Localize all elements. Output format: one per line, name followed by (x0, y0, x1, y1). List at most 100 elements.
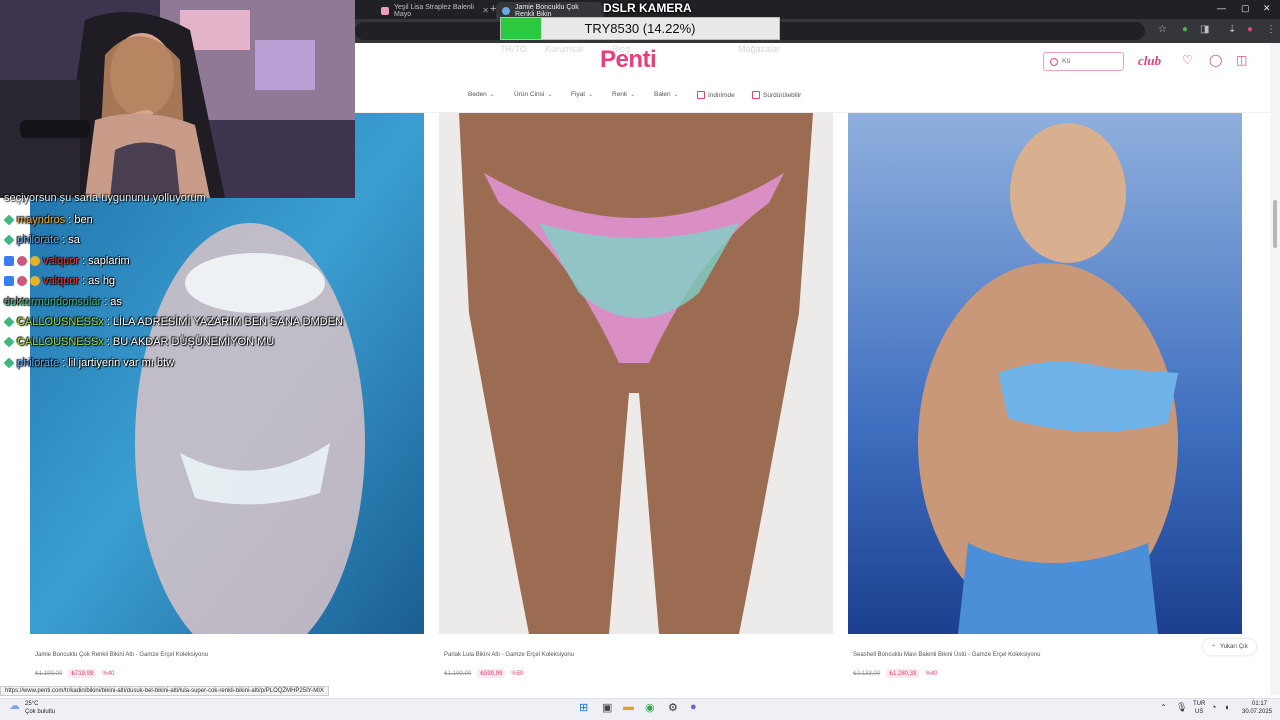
microphone-icon[interactable]: 🎙 (1176, 702, 1187, 713)
chat-separator: : (106, 316, 110, 328)
chat-line: doktormundomsular: as (4, 296, 122, 308)
chat-username[interactable]: mayndros (17, 214, 65, 226)
status-link-url: https://www.penti.com/tr/kadin/bikini/bi… (0, 686, 329, 696)
chat-badge-green-icon (3, 214, 15, 226)
header-link[interactable]: TR/TO (500, 44, 527, 54)
bookmark-star-icon[interactable]: ☆ (1158, 24, 1167, 35)
search-input[interactable] (1062, 58, 1117, 65)
close-tab-icon[interactable]: ✕ (482, 6, 489, 15)
extension-icon[interactable]: ● (1182, 24, 1188, 35)
filter-on-sale[interactable]: İndirimde (697, 91, 735, 99)
scroll-to-top-button[interactable]: ⌃ Yukarı Çık (1203, 639, 1256, 655)
product-name[interactable]: Seashell Boncuklu Mavi Balenli Bikini Üs… (853, 652, 1040, 658)
network-icon[interactable]: ◔ (1211, 702, 1216, 712)
filter-label: Ürün Cinsi (514, 91, 545, 98)
chat-message: BU AKDAR DÜŞÜNEMİYON MU (112, 336, 275, 349)
chevron-down-icon: ⌄ (489, 92, 495, 98)
product-image[interactable] (439, 113, 833, 634)
close-window-icon[interactable]: ✕ (1263, 3, 1271, 14)
product-prices: ₺2.133,00 ₺1.280,38 %40 (853, 669, 937, 678)
volume-icon[interactable]: ◖ (1224, 702, 1229, 712)
steam-icon[interactable]: ⚙ (668, 701, 678, 714)
discount-badge: %40 (102, 670, 115, 677)
chat-separator: : (68, 214, 72, 226)
minimize-icon[interactable]: — (1217, 3, 1226, 13)
chat-separator: : (82, 254, 86, 267)
chat-header-fragment: seçiyorsun şu sana uygununu yolluyorum (4, 192, 206, 204)
filter-underwire[interactable]: Balen ⌄ (654, 91, 679, 98)
chat-message: seçiyorsun şu sana uygununu yolluyorum (4, 192, 206, 204)
chat-separator: : (104, 295, 108, 308)
discord-icon[interactable]: ● (690, 701, 697, 713)
filter-product-type[interactable]: Ürün Cinsi ⌄ (514, 91, 552, 98)
chat-username[interactable]: CALLOUSNESSx (17, 336, 104, 348)
language-code[interactable]: TUR (1193, 700, 1205, 708)
downloads-icon[interactable]: ⇣ (1228, 24, 1236, 35)
chat-username[interactable]: doktormundomsular (4, 296, 101, 308)
filter-price[interactable]: Fiyat ⌄ (571, 91, 593, 98)
penti-club-logo[interactable]: club (1138, 53, 1161, 69)
tab-title: Yeşil Lisa Straplez Balenli Mayo (394, 3, 474, 18)
scroll-to-top-label: Yukarı Çık (1220, 644, 1248, 650)
header-link[interactable]: Mağazalar (738, 44, 780, 54)
checkbox[interactable] (752, 91, 760, 99)
chrome-icon[interactable]: ◉ (645, 701, 655, 714)
chat-username[interactable]: philorate (17, 357, 59, 369)
clock-time[interactable]: 01:17 (1252, 700, 1267, 708)
search-box[interactable] (1043, 52, 1124, 71)
chat-username[interactable]: philorate (17, 234, 59, 246)
browser-menu-icon[interactable]: ⋮ (1266, 24, 1276, 35)
product-prices: ₺1.199,00 ₺719,99 %40 (35, 669, 114, 678)
chat-line: CALLOUSNESSx: BU AKDAR DÜŞÜNEMİYON MU (3, 336, 275, 349)
chat-username[interactable]: valquor (43, 275, 79, 287)
new-tab-button[interactable]: + (490, 3, 496, 15)
sale-price: ₺599,99 (477, 669, 506, 678)
product-image[interactable] (848, 113, 1242, 634)
browser-tab[interactable]: Yeşil Lisa Straplez Balenli Mayo ✕ (375, 2, 495, 19)
chat-badge-gear-icon (17, 255, 27, 266)
keyboard-layout[interactable]: US (1195, 708, 1203, 716)
chevron-up-icon[interactable]: ⌃ (1160, 703, 1167, 712)
loading-favicon-icon (502, 6, 510, 15)
filter-color[interactable]: Renk ⌄ (612, 91, 635, 98)
maximize-icon[interactable]: ▢ (1241, 3, 1250, 14)
chat-username[interactable]: CALLOUSNESSx (17, 316, 104, 328)
weather-description[interactable]: Çok bulutlu (25, 708, 55, 716)
chevron-down-icon: ⌄ (547, 92, 553, 98)
chat-line: philorate: sa (3, 234, 80, 247)
filter-label: Renk (612, 91, 628, 98)
product-name[interactable]: Jamie Boncuklu Çok Renkli Bikini Altı - … (35, 652, 208, 658)
heart-icon[interactable]: ♡ (1182, 53, 1193, 67)
user-icon[interactable]: ◯ (1209, 53, 1222, 67)
chat-username[interactable]: valquor (43, 255, 79, 267)
chat-badge-green-icon (3, 234, 15, 246)
chat-separator: : (62, 234, 66, 247)
header-link[interactable]: Kurumsal (545, 44, 583, 54)
penti-logo[interactable]: Penti (600, 46, 657, 74)
old-price: ₺1.199,00 (444, 671, 472, 677)
file-explorer-icon[interactable]: ▬ (623, 701, 634, 713)
page-scrollbar[interactable] (1270, 43, 1280, 695)
bag-icon[interactable]: ◫ (1236, 53, 1247, 67)
old-price: ₺1.199,00 (35, 671, 63, 677)
filter-sustainable[interactable]: Sürdürülebilir (752, 91, 801, 99)
weather-temp[interactable]: 25°C (25, 700, 38, 708)
product-name[interactable]: Parlak Lula Bikini Altı - Gamze Erçel Ko… (444, 652, 574, 658)
task-view-icon[interactable]: ▣ (602, 701, 612, 714)
chat-message: as (110, 295, 122, 308)
filter-size[interactable]: Beden ⌄ (468, 91, 495, 98)
extensions-puzzle-icon[interactable]: ◨ (1200, 24, 1209, 35)
chat-separator: : (62, 356, 66, 369)
weather-cloud-icon[interactable]: ☁ (9, 699, 20, 712)
windows-start-icon[interactable]: ⊞ (579, 701, 588, 714)
chat-badge-gear-icon (17, 276, 27, 287)
chat-message: saplarim (88, 254, 130, 267)
chat-line: valquor: as hg (4, 275, 115, 287)
clock-date[interactable]: 30.07.2025 (1242, 708, 1272, 716)
chevron-down-icon: ⌄ (673, 92, 679, 98)
chat-message: lil jartiyerin var mı btw (68, 356, 175, 369)
scrollbar-thumb[interactable] (1273, 200, 1277, 248)
discount-badge: %40 (925, 670, 938, 677)
profile-avatar-icon[interactable]: ● (1247, 24, 1253, 35)
checkbox[interactable] (697, 91, 705, 99)
